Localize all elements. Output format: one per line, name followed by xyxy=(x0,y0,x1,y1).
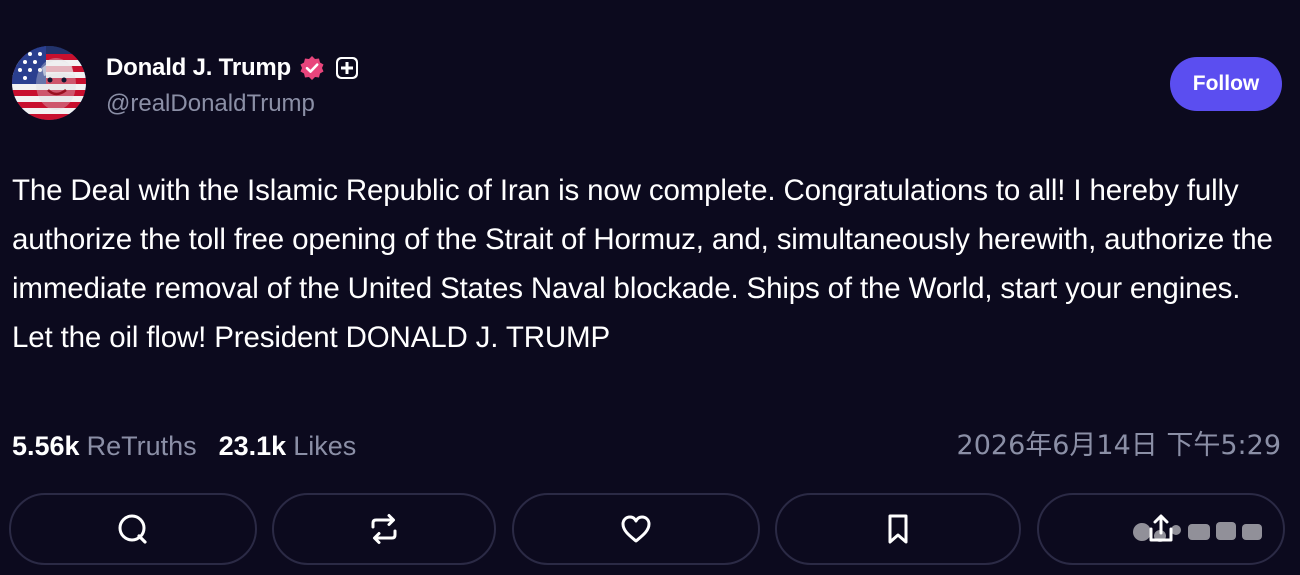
name-row: Donald J. Trump xyxy=(106,52,359,84)
post-card: Donald J. Trump @realDonaldTrump Follow … xyxy=(0,0,1300,575)
likes-stat[interactable]: 23.1k Likes xyxy=(219,431,357,462)
post-text: The Deal with the Islamic Republic of Ir… xyxy=(12,174,1273,354)
reply-button[interactable] xyxy=(9,493,257,565)
verified-badge-icon xyxy=(299,55,325,81)
bookmark-button[interactable] xyxy=(775,493,1021,565)
repost-icon xyxy=(371,514,397,544)
retruths-label: ReTruths xyxy=(86,430,197,461)
retruths-stat[interactable]: 5.56k ReTruths xyxy=(12,431,197,462)
likes-count: 23.1k xyxy=(218,430,287,461)
user-handle[interactable]: @realDonaldTrump xyxy=(106,90,359,118)
like-button[interactable] xyxy=(512,493,760,565)
avatar[interactable] xyxy=(12,46,86,120)
author-block: Donald J. Trump @realDonaldTrump xyxy=(106,52,359,118)
post-stats: 5.56k ReTruths 23.1k Likes xyxy=(12,426,356,466)
display-name[interactable]: Donald J. Trump xyxy=(106,54,291,82)
retruth-button[interactable] xyxy=(272,493,496,565)
plus-badge-icon xyxy=(335,56,359,80)
post-timestamp: 2026年6月14日 下午5:29 xyxy=(956,430,1281,461)
retruths-count: 5.56k xyxy=(12,430,80,461)
bookmark-icon xyxy=(888,514,908,544)
heart-icon xyxy=(621,515,651,543)
comment-icon xyxy=(118,514,147,544)
share-button[interactable] xyxy=(1037,493,1285,565)
american-flag-portrait-icon xyxy=(12,46,86,120)
follow-button[interactable]: Follow xyxy=(1170,57,1282,111)
likes-label: Likes xyxy=(293,430,357,461)
share-icon xyxy=(1149,514,1173,542)
